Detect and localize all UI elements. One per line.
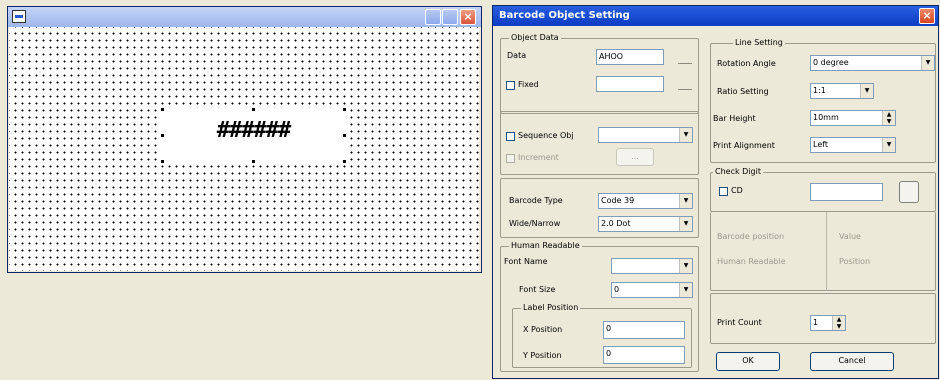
sequence-group: Sequence Obj ▼ Increment ... (500, 111, 699, 175)
check-digit-group: Check Digit CD (710, 167, 936, 212)
label-designer-window: × ###### (7, 6, 482, 273)
mode-option: Position (839, 257, 871, 266)
chevron-down-icon[interactable]: ▼ (679, 217, 692, 231)
rotation-select[interactable]: 0 degree ▼ (810, 55, 935, 71)
print-count-input[interactable]: 1 ▲ ▼ (810, 315, 846, 331)
group-caption: Label Position (521, 303, 581, 312)
wide-narrow-select[interactable]: 2.0 Dot ▼ (598, 216, 693, 232)
print-count-group: Print Count 1 ▲ ▼ (710, 293, 936, 344)
mode-option: Value (839, 232, 861, 241)
chevron-down-icon[interactable]: ▼ (679, 283, 692, 297)
cd-label: CD (731, 186, 743, 195)
barcode-type-group: Barcode Type Code 39 ▼ Wide/Narrow 2.0 D… (500, 178, 699, 238)
x-position-input[interactable]: 0 (603, 321, 685, 339)
group-caption: Object Data (509, 33, 561, 42)
chevron-down-icon[interactable]: ▼ (679, 128, 692, 142)
mode-option: Barcode position (717, 232, 785, 241)
designer-title-bar: × (8, 7, 481, 27)
bar-height-input[interactable]: 10mm ▲ ▼ (810, 110, 896, 126)
separator-dash (678, 89, 692, 90)
y-position-input[interactable]: 0 (603, 346, 685, 364)
chevron-down-icon[interactable]: ▼ (921, 56, 934, 70)
object-data-group: Object Data Data AHOO Fixed (500, 33, 699, 114)
increment-checkbox (506, 154, 515, 163)
y-position-label: Y Position (523, 351, 562, 360)
group-caption: Human Readable (509, 241, 582, 250)
spin-arrows-icon[interactable]: ▲ ▼ (832, 316, 845, 330)
resize-handle[interactable] (252, 160, 255, 163)
chevron-down-icon[interactable]: ▼ (882, 138, 895, 152)
chevron-down-icon[interactable]: ▼ (679, 259, 692, 273)
resize-handle[interactable] (343, 160, 346, 163)
barcode-type-select[interactable]: Code 39 ▼ (598, 193, 693, 209)
print-count-label: Print Count (717, 318, 762, 327)
resize-handle[interactable] (161, 108, 164, 111)
sequence-select[interactable]: ▼ (598, 127, 693, 143)
fixed-label: Fixed (518, 80, 539, 89)
mode-option: Human Readable (717, 257, 786, 266)
chevron-down-icon[interactable]: ▼ (860, 84, 873, 98)
resize-handle[interactable] (343, 108, 346, 111)
fixed-input[interactable] (596, 76, 664, 92)
divider (826, 212, 827, 291)
dialog-title-bar: Barcode Object Setting × (493, 6, 938, 26)
human-readable-group: Human Readable Font Name ▼ Font Size 0 ▼… (500, 241, 699, 372)
line-setting-group: Line Setting Rotation Angle 0 degree ▼ R… (710, 38, 936, 163)
sequence-checkbox[interactable] (506, 132, 515, 141)
rotation-label: Rotation Angle (717, 59, 776, 68)
increment-button: ... (616, 148, 654, 166)
ratio-select[interactable]: 1:1 ▼ (810, 83, 874, 99)
close-icon[interactable]: × (460, 9, 476, 25)
barcode-placeholder-text: ###### (216, 118, 291, 143)
bar-height-label: Bar Height (713, 114, 756, 123)
dialog-title: Barcode Object Setting (499, 10, 630, 21)
barcode-setting-dialog: Barcode Object Setting × Object Data Dat… (492, 5, 939, 379)
maximize-icon[interactable] (442, 9, 458, 25)
check-digit-input[interactable] (810, 183, 883, 201)
resize-handle[interactable] (252, 108, 255, 111)
group-caption: Check Digit (713, 167, 763, 176)
wide-narrow-label: Wide/Narrow (509, 219, 561, 228)
font-size-label: Font Size (519, 285, 556, 294)
increment-label: Increment (518, 153, 559, 162)
barcode-type-label: Barcode Type (509, 196, 563, 205)
font-name-select[interactable]: ▼ (611, 258, 693, 274)
mode-group: Barcode position Value Human Readable Po… (710, 212, 936, 291)
close-icon[interactable]: × (919, 8, 935, 24)
label-position-group: Label Position X Position 0 Y Position 0 (512, 303, 692, 368)
data-label: Data (507, 51, 527, 60)
ratio-label: Ratio Setting (717, 87, 769, 96)
resize-handle[interactable] (161, 160, 164, 163)
alignment-label: Print Alignment (713, 141, 775, 150)
spin-arrows-icon[interactable]: ▲ ▼ (882, 111, 895, 125)
cd-checkbox[interactable] (719, 187, 728, 196)
window-system-icon[interactable] (12, 10, 26, 23)
group-caption: Line Setting (733, 38, 785, 47)
barcode-object[interactable]: ###### (161, 108, 346, 163)
cancel-button[interactable]: Cancel (810, 352, 894, 371)
x-position-label: X Position (523, 325, 563, 334)
data-input[interactable]: AHOO (596, 49, 664, 65)
fixed-checkbox[interactable] (506, 81, 515, 90)
chevron-down-icon[interactable]: ▼ (679, 194, 692, 208)
separator-dash (678, 63, 692, 64)
sequence-label: Sequence Obj (518, 131, 574, 140)
minimize-icon[interactable] (425, 9, 441, 25)
design-canvas[interactable]: ###### (9, 27, 479, 271)
alignment-select[interactable]: Left ▼ (810, 137, 896, 153)
check-digit-button[interactable] (899, 181, 919, 203)
font-size-select[interactable]: 0 ▼ (611, 282, 693, 298)
ok-button[interactable]: OK (716, 352, 780, 371)
font-name-label: Font Name (504, 257, 548, 266)
